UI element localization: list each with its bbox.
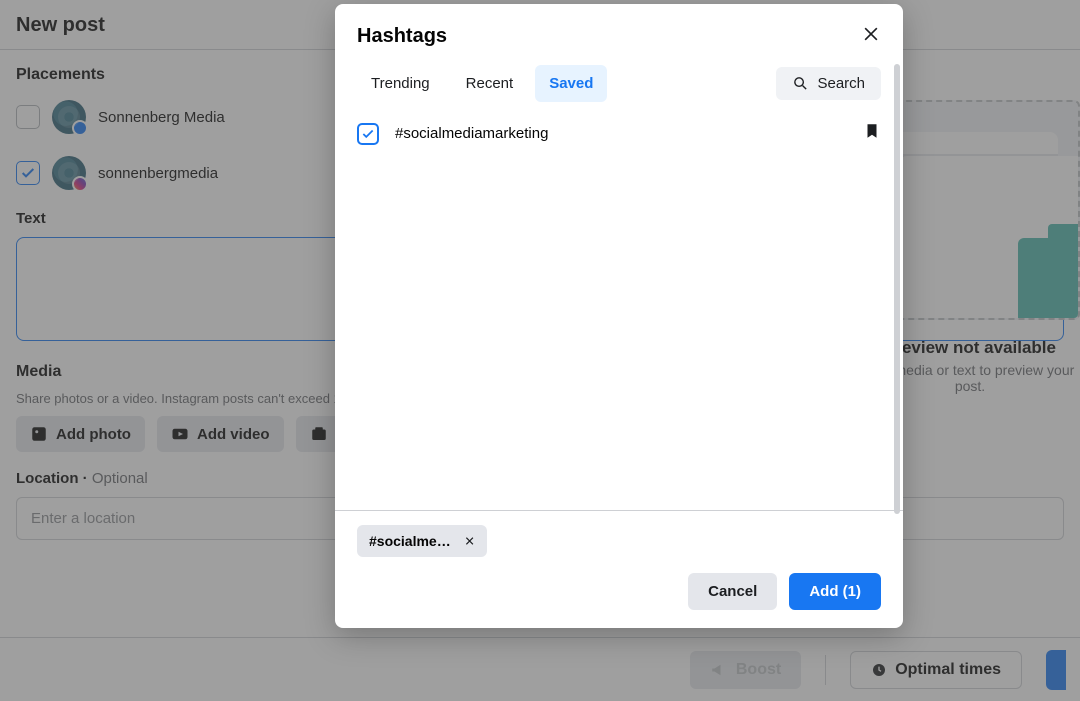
hashtag-item[interactable]: #socialmediamarketing [357, 116, 881, 151]
cancel-button[interactable]: Cancel [688, 573, 777, 610]
tab-trending[interactable]: Trending [357, 65, 444, 102]
close-icon [861, 24, 881, 44]
modal-footer: #socialmed… Cancel Add (1) [335, 510, 903, 628]
check-icon [361, 127, 375, 141]
search-button[interactable]: Search [776, 67, 881, 100]
tab-recent[interactable]: Recent [452, 65, 528, 102]
add-button[interactable]: Add (1) [789, 573, 881, 610]
bookmark-saved-icon[interactable] [863, 122, 881, 145]
modal-tabs: Trending Recent Saved Search [335, 65, 903, 110]
scrollbar[interactable] [894, 64, 900, 514]
selected-hashtag-chip: #socialmed… [357, 525, 487, 557]
close-button[interactable] [861, 24, 881, 49]
search-label: Search [817, 75, 865, 92]
hashtag-text: #socialmediamarketing [395, 125, 847, 142]
hashtags-modal: Hashtags Trending Recent Saved Search #s… [335, 4, 903, 628]
tab-saved[interactable]: Saved [535, 65, 607, 102]
modal-title: Hashtags [357, 25, 447, 48]
remove-chip-icon[interactable] [464, 535, 475, 547]
search-icon [792, 75, 809, 92]
hashtag-checkbox[interactable] [357, 123, 379, 145]
chip-label: #socialmed… [369, 533, 454, 549]
hashtag-list: #socialmediamarketing [335, 110, 903, 510]
